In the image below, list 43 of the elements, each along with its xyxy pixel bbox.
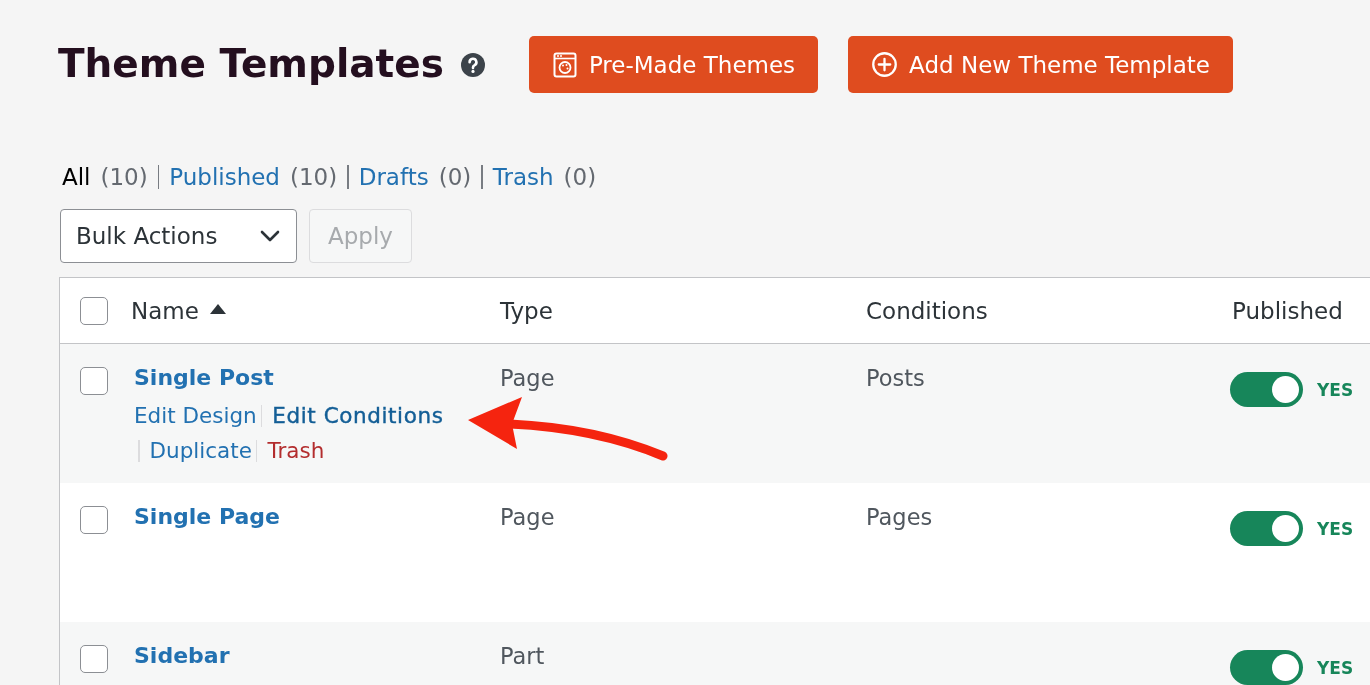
template-type: Part (500, 643, 545, 669)
bulk-actions-select[interactable]: Bulk Actions (60, 209, 297, 263)
sort-up-icon[interactable] (209, 303, 226, 314)
pre-made-themes-button[interactable]: Pre-Made Themes (528, 36, 819, 93)
add-template-button[interactable]: Add New Theme Template (848, 36, 1233, 93)
help-icon[interactable] (460, 52, 485, 77)
select-all-checkbox[interactable] (80, 296, 108, 325)
filter-link[interactable]: Published (169, 164, 280, 190)
filter-count: (0) (563, 164, 597, 190)
window-palette-icon (552, 51, 577, 78)
column-header: Published (1232, 297, 1343, 324)
filter-count: (10) (289, 164, 338, 190)
published-toggle[interactable] (1230, 372, 1303, 407)
trash-link[interactable]: Trash (267, 433, 325, 468)
column-header: Type (500, 297, 553, 324)
filter-count: (10) (100, 164, 148, 190)
row-checkbox[interactable] (80, 367, 108, 395)
template-type: Page (500, 504, 555, 530)
template-name-link[interactable]: Single Page (134, 502, 280, 532)
template-name-link[interactable]: Sidebar (134, 641, 230, 671)
status-label: YES (1317, 657, 1354, 678)
status-label: YES (1317, 379, 1354, 400)
row-action-link[interactable]: Duplicate (149, 433, 252, 468)
filter-count: (0) (438, 164, 472, 190)
chevron-down-icon (260, 230, 280, 242)
column-header: Conditions (866, 297, 988, 324)
row-action-link[interactable]: Edit Conditions (272, 398, 444, 433)
page-title: Theme Templates (58, 41, 444, 88)
filter-link[interactable]: All (62, 164, 91, 190)
row-action-link[interactable]: Edit Design (134, 398, 257, 433)
filter-link[interactable]: Drafts (358, 164, 429, 190)
filter-link[interactable]: Trash (492, 164, 554, 190)
template-type: Page (500, 365, 555, 391)
template-name-link[interactable]: Single Post (134, 363, 274, 393)
row-checkbox[interactable] (80, 506, 108, 534)
template-conditions: Pages (866, 504, 933, 530)
published-toggle[interactable] (1230, 650, 1303, 685)
template-conditions: Posts (866, 365, 925, 391)
plus-circle-icon (872, 52, 898, 77)
status-label: YES (1317, 518, 1354, 539)
row-checkbox[interactable] (80, 645, 108, 673)
column-header[interactable]: Name (131, 297, 199, 324)
published-toggle[interactable] (1230, 511, 1303, 546)
